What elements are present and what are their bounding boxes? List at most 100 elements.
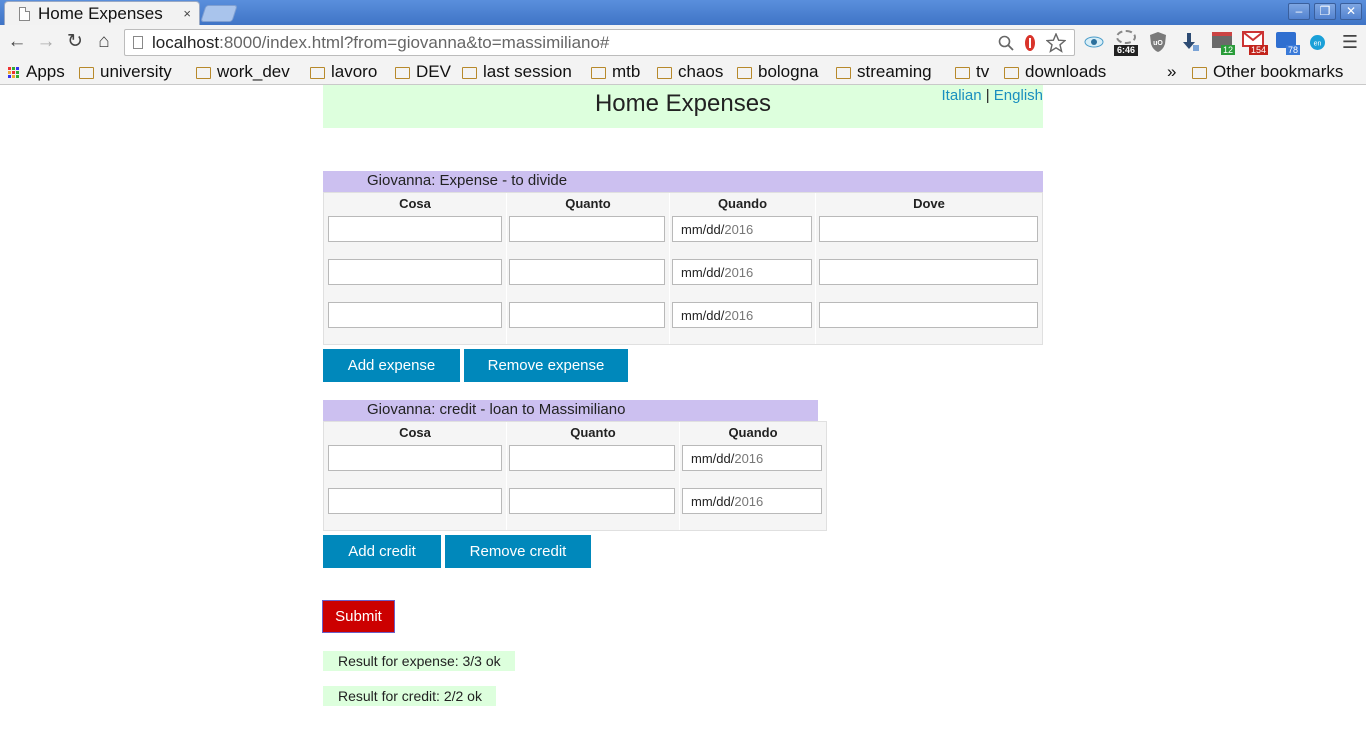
submit-button[interactable]: Submit [322, 600, 395, 633]
bookmark-folder[interactable]: tv [955, 60, 989, 84]
close-window-icon[interactable]: ✕ [1340, 3, 1362, 20]
bookmark-label: work_dev [217, 62, 290, 81]
expense-cosa-input[interactable] [328, 302, 502, 328]
expense-quando-date-input[interactable]: mm/dd/2016 [672, 259, 812, 285]
column-header-quando: Quando [728, 425, 778, 440]
home-icon[interactable]: ⌂ [93, 31, 115, 53]
bookmark-label: streaming [857, 62, 932, 81]
menu-icon[interactable]: ☰ [1339, 31, 1361, 53]
tab-title: Home Expenses [38, 3, 163, 23]
column-divider [506, 193, 507, 344]
folder-icon [657, 67, 672, 79]
bookmark-label: chaos [678, 62, 724, 81]
bookmark-folder[interactable]: lavoro [310, 60, 377, 84]
extension-indicator-icon[interactable] [1024, 34, 1036, 52]
folder-icon [395, 67, 410, 79]
ublock-shield-icon[interactable]: uO [1148, 31, 1168, 53]
star-bookmark-icon[interactable] [1046, 33, 1066, 53]
search-icon[interactable] [998, 35, 1014, 51]
bookmark-folder[interactable]: streaming [836, 60, 932, 84]
minimize-icon[interactable]: – [1288, 3, 1310, 20]
bookmark-folder[interactable]: chaos [657, 60, 723, 84]
bookmark-label: downloads [1025, 62, 1107, 81]
back-arrow-icon[interactable]: ← [6, 31, 28, 53]
credit-quando-date-input[interactable]: mm/dd/2016 [682, 445, 822, 471]
bookmark-folder[interactable]: bologna [737, 60, 819, 84]
english-link[interactable]: English [994, 87, 1043, 104]
bookmark-apps[interactable]: Apps [8, 60, 65, 84]
bookmark-folder[interactable]: downloads [1004, 60, 1106, 84]
folder-icon [1004, 67, 1019, 79]
folder-icon [737, 67, 752, 79]
bookmark-label: last session [483, 62, 572, 81]
credit-quanto-input[interactable] [509, 488, 675, 514]
date-placeholder-year: 2016 [724, 221, 754, 237]
bookmark-label: Apps [26, 62, 65, 81]
expense-dove-input[interactable] [819, 302, 1038, 328]
svg-text:uO: uO [1153, 40, 1163, 47]
url-path: :8000/index.html?from=giovanna&to=massim… [219, 32, 610, 52]
column-header-quando: Quando [717, 196, 768, 211]
bookmarks-overflow-chevron-icon[interactable]: » [1167, 60, 1176, 84]
translate-icon[interactable]: en [1309, 34, 1326, 51]
remove-credit-row-button[interactable]: Remove credit row [445, 535, 591, 593]
date-placeholder: mm/dd/ [681, 264, 725, 280]
expense-quando-date-input[interactable]: mm/dd/2016 [672, 216, 812, 242]
date-placeholder: mm/dd/ [691, 450, 735, 466]
expense-quando-date-input[interactable]: mm/dd/2016 [672, 302, 812, 328]
expense-quanto-input[interactable] [509, 216, 665, 242]
expense-table: Cosa Quanto Quando Dove mm/dd/2016 mm/dd… [323, 192, 1043, 345]
svg-text:en: en [1314, 41, 1322, 48]
feed-extension-icon[interactable]: 12 [1211, 31, 1235, 55]
notes-badge: 78 [1285, 45, 1300, 55]
date-placeholder: mm/dd/ [681, 221, 725, 237]
expense-quanto-input[interactable] [509, 259, 665, 285]
clock-extension-icon[interactable]: 6:46 [1114, 30, 1138, 56]
italian-link[interactable]: Italian [942, 87, 982, 104]
bookmark-folder[interactable]: mtb [591, 60, 640, 84]
bookmark-folder[interactable]: DEV [395, 60, 451, 84]
bookmark-folder[interactable]: work_dev [196, 60, 290, 84]
credit-quando-date-input[interactable]: mm/dd/2016 [682, 488, 822, 514]
bookmark-folder[interactable]: university [79, 60, 172, 84]
notes-extension-icon[interactable]: 78 [1276, 31, 1300, 55]
url-host: localhost [152, 32, 220, 52]
credit-cosa-input[interactable] [328, 445, 502, 471]
expense-dove-input[interactable] [819, 216, 1038, 242]
browser-toolbar: ← → ↻ ⌂ localhost:8000/index.html?from=g… [0, 25, 1366, 60]
expense-cosa-input[interactable] [328, 259, 502, 285]
expense-quanto-input[interactable] [509, 302, 665, 328]
feed-badge: 12 [1220, 45, 1235, 55]
expense-dove-input[interactable] [819, 259, 1038, 285]
bookmark-label: Other bookmarks [1213, 62, 1344, 81]
forward-arrow-icon[interactable]: → [35, 31, 57, 53]
credit-cosa-input[interactable] [328, 488, 502, 514]
browser-tab[interactable]: Home Expenses × [4, 1, 200, 25]
bookmark-folder[interactable]: last session [462, 60, 572, 84]
close-tab-icon[interactable]: × [183, 6, 191, 21]
bookmark-label: tv [976, 62, 990, 81]
eye-extension-icon[interactable] [1084, 34, 1104, 50]
date-placeholder-year: 2016 [724, 307, 754, 323]
remove-expense-row-button[interactable]: Remove expense row [464, 349, 628, 407]
new-tab-button[interactable] [200, 5, 238, 22]
add-credit-row-button[interactable]: Add credit row [323, 535, 441, 593]
expense-cosa-input[interactable] [328, 216, 502, 242]
reload-icon[interactable]: ↻ [64, 31, 86, 53]
credit-quanto-input[interactable] [509, 445, 675, 471]
address-bar[interactable]: localhost:8000/index.html?from=giovanna&… [124, 29, 1075, 56]
download-icon[interactable] [1180, 31, 1200, 53]
credit-table: Cosa Quanto Quando mm/dd/2016 mm/dd/2016 [323, 421, 827, 531]
restore-icon[interactable]: ❐ [1314, 3, 1336, 20]
column-header-cosa: Cosa [399, 425, 431, 440]
mail-icon[interactable]: 154 [1242, 31, 1268, 55]
add-expense-row-button[interactable]: Add expense row [323, 349, 460, 407]
column-divider [669, 193, 670, 344]
column-header-dove: Dove [913, 196, 945, 211]
folder-icon [196, 67, 211, 79]
credit-result-message: Result for credit: 2/2 ok [323, 686, 496, 706]
date-placeholder: mm/dd/ [681, 307, 725, 323]
bookmark-other[interactable]: Other bookmarks [1192, 60, 1343, 84]
browser-titlebar: Home Expenses × – ❐ ✕ [0, 0, 1366, 25]
expense-result-message: Result for expense: 3/3 ok [323, 651, 515, 671]
